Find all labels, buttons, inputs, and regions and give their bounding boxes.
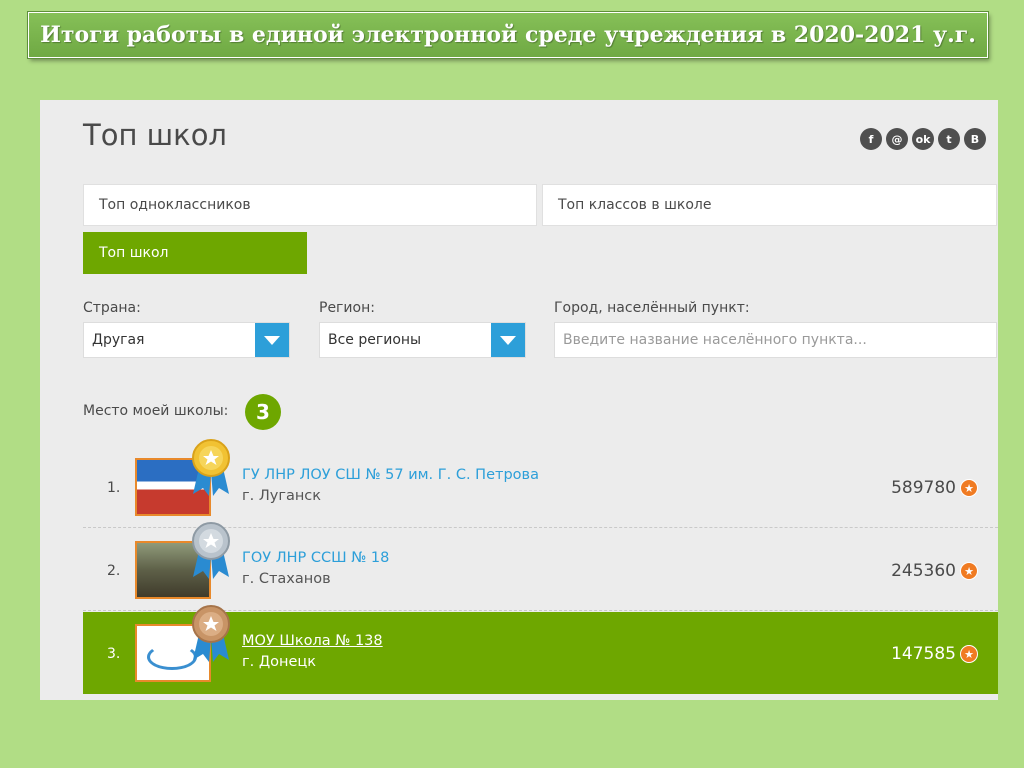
school-name-link[interactable]: МОУ Школа № 138 xyxy=(242,633,383,649)
school-score: 147585 xyxy=(891,644,956,664)
silver-medal-icon xyxy=(192,522,230,579)
tab-label: Топ классов в школе xyxy=(558,197,712,213)
tab-top-classes[interactable]: Топ классов в школе xyxy=(542,184,997,226)
tab-label: Топ школ xyxy=(99,245,169,261)
bronze-medal-icon xyxy=(192,605,230,662)
odnoklassniki-icon[interactable]: ok xyxy=(912,128,934,150)
rank-position: 2. xyxy=(107,563,121,579)
school-row: 1. ГУ ЛНР ЛОУ СШ № 57 им. Г. С. Петрова … xyxy=(83,439,998,528)
twitter-icon[interactable]: t xyxy=(938,128,960,150)
school-score: 245360 xyxy=(891,561,956,581)
social-share-bar: f @ ok t B xyxy=(860,128,986,150)
region-select[interactable]: Все регионы xyxy=(319,322,526,358)
star-icon: ★ xyxy=(960,479,978,497)
facebook-icon[interactable]: f xyxy=(860,128,882,150)
chevron-down-icon[interactable] xyxy=(491,323,525,357)
school-name-link[interactable]: ГОУ ЛНР ССШ № 18 xyxy=(242,550,389,566)
tab-top-classmates[interactable]: Топ одноклассников xyxy=(83,184,537,226)
tab-label: Топ одноклассников xyxy=(99,197,251,213)
banner-title: Итоги работы в единой электронной среде … xyxy=(40,22,976,48)
school-name-link[interactable]: ГУ ЛНР ЛОУ СШ № 57 им. Г. С. Петрова xyxy=(242,467,539,483)
region-value: Все регионы xyxy=(328,332,422,348)
tab-top-schools[interactable]: Топ школ xyxy=(83,232,307,274)
school-city: г. Стаханов xyxy=(242,571,331,587)
chevron-down-icon[interactable] xyxy=(255,323,289,357)
slide-banner: Итоги работы в единой электронной среде … xyxy=(28,12,988,58)
rank-position: 3. xyxy=(107,646,121,662)
school-row-highlighted: 3. МОУ Школа № 138 г. Донецк 147585 ★ xyxy=(83,605,998,694)
region-label: Регион: xyxy=(319,300,375,316)
country-select[interactable]: Другая xyxy=(83,322,290,358)
school-score: 589780 xyxy=(891,478,956,498)
star-icon: ★ xyxy=(960,645,978,663)
country-label: Страна: xyxy=(83,300,141,316)
page-title: Топ школ xyxy=(83,118,227,152)
school-row: 2. ГОУ ЛНР ССШ № 18 г. Стаханов 245360 ★ xyxy=(83,522,998,611)
city-label: Город, населённый пункт: xyxy=(554,300,750,316)
my-school-label: Место моей школы: xyxy=(83,403,229,419)
city-input[interactable] xyxy=(554,322,997,358)
vk-icon[interactable]: B xyxy=(964,128,986,150)
mail-icon[interactable]: @ xyxy=(886,128,908,150)
top-schools-panel: Топ школ f @ ok t B Топ одноклассников Т… xyxy=(40,100,998,700)
country-value: Другая xyxy=(92,332,145,348)
star-icon: ★ xyxy=(960,562,978,580)
gold-medal-icon xyxy=(192,439,230,496)
rank-position: 1. xyxy=(107,480,121,496)
school-city: г. Луганск xyxy=(242,488,322,504)
my-school-rank-badge: 3 xyxy=(245,394,281,430)
school-city: г. Донецк xyxy=(242,654,317,670)
